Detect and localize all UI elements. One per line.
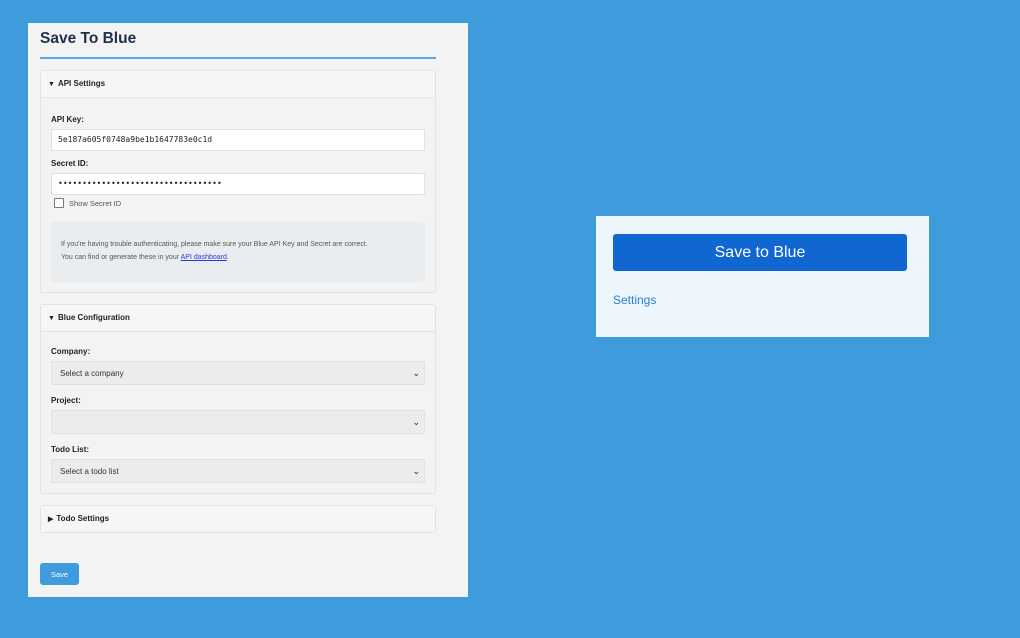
project-label: Project:: [51, 396, 81, 405]
todo-list-select-value: Select a todo list: [60, 466, 119, 476]
project-select[interactable]: ⌄: [51, 410, 425, 434]
company-select[interactable]: Select a company ⌄: [51, 361, 425, 385]
todo-settings-section: ▶ Todo Settings: [40, 505, 436, 533]
blue-configuration-section: ▼ Blue Configuration Company: Select a co…: [40, 304, 436, 494]
section-title: Todo Settings: [56, 514, 110, 523]
todo-settings-toggle[interactable]: ▶ Todo Settings: [41, 506, 435, 532]
todo-list-select[interactable]: Select a todo list ⌄: [51, 459, 425, 483]
secret-id-input[interactable]: ••••••••••••••••••••••••••••••••••: [51, 173, 425, 195]
blue-configuration-body: Company: Select a company ⌄ Project: ⌄ T…: [41, 332, 435, 493]
section-title: API Settings: [57, 79, 106, 88]
help-text-line2: You can find or generate these in your A…: [61, 251, 415, 264]
chevron-down-icon: ⌄: [412, 465, 420, 476]
company-label: Company:: [51, 347, 91, 356]
todo-list-label: Todo List:: [51, 445, 90, 454]
help-text-line1: If you're having trouble authenticating,…: [61, 241, 368, 248]
api-key-input[interactable]: 5e187a605f0748a9be1b1647783e0c1d: [51, 129, 425, 151]
help-text-suffix: .: [226, 254, 229, 261]
show-secret-label[interactable]: Show Secret ID: [69, 199, 121, 208]
blue-configuration-toggle[interactable]: ▼ Blue Configuration: [41, 305, 435, 332]
api-key-label: API Key:: [51, 115, 84, 124]
section-title: Blue Configuration: [57, 313, 130, 322]
show-secret-row: Show Secret ID: [51, 198, 425, 208]
chevron-down-icon: ⌄: [412, 416, 420, 427]
secret-id-label: Secret ID:: [51, 159, 89, 168]
extension-popup: Save to Blue Settings: [596, 216, 929, 337]
auth-help-box: If you're having trouble authenticating,…: [51, 222, 425, 282]
settings-panel: Save To Blue ▼ API Settings API Key: 5e18…: [28, 23, 468, 597]
save-to-blue-button[interactable]: Save to Blue: [613, 234, 907, 271]
help-text-prefix: You can find or generate these in your: [61, 254, 181, 261]
page-title: Save To Blue: [40, 23, 436, 59]
api-settings-body: API Key: 5e187a605f0748a9be1b1647783e0c1…: [41, 98, 435, 292]
show-secret-checkbox[interactable]: [54, 198, 64, 208]
triangle-right-icon: ▶: [48, 516, 54, 523]
save-button[interactable]: Save: [40, 563, 79, 585]
api-settings-section: ▼ API Settings API Key: 5e187a605f0748a9b…: [40, 70, 436, 293]
api-dashboard-link[interactable]: API dashboard: [181, 254, 227, 261]
chevron-down-icon: ⌄: [412, 367, 420, 378]
triangle-down-icon: ▼: [48, 315, 55, 322]
settings-link[interactable]: Settings: [613, 293, 656, 307]
api-settings-toggle[interactable]: ▼ API Settings: [41, 71, 435, 98]
company-select-value: Select a company: [60, 368, 124, 378]
triangle-down-icon: ▼: [48, 81, 55, 88]
